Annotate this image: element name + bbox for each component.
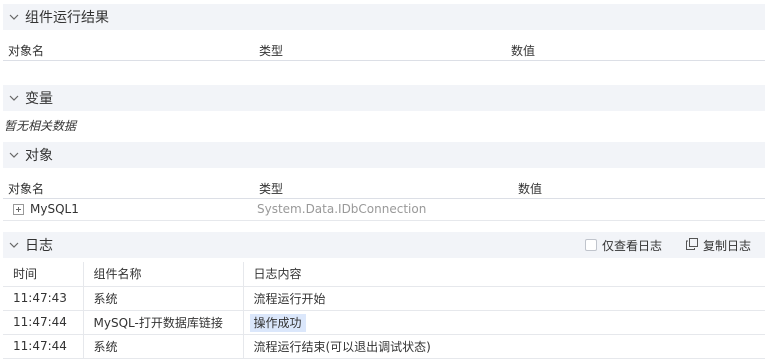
column-type: 类型 xyxy=(259,182,284,196)
column-component-name: 组件名称 xyxy=(83,262,244,287)
column-value: 数值 xyxy=(511,44,536,58)
log-content: 流程运行结束(可以退出调试状态) xyxy=(243,334,765,359)
component-results-columns: 对象名 类型 数值 xyxy=(3,37,765,61)
log-component: MySQL-打开数据库链接 xyxy=(83,310,244,335)
chevron-down-icon[interactable] xyxy=(3,240,25,250)
variables-title: 变量 xyxy=(25,91,53,107)
log-table: 时间 组件名称 日志内容 11:47:43 系统 流程运行开始 11:47:44… xyxy=(3,262,765,359)
column-object-name: 对象名 xyxy=(8,182,45,196)
log-time: 11:47:43 xyxy=(3,286,84,311)
column-log-content: 日志内容 xyxy=(243,262,765,287)
column-value: 数值 xyxy=(518,182,543,196)
component-results-title: 组件运行结果 xyxy=(25,10,109,26)
expand-plus-icon[interactable] xyxy=(13,204,24,215)
log-time: 11:47:44 xyxy=(3,334,84,359)
column-time: 时间 xyxy=(3,262,84,287)
log-time: 11:47:44 xyxy=(3,310,84,335)
only-view-log-checkbox[interactable] xyxy=(584,239,597,251)
log-actions: 仅查看日志 复制日志 xyxy=(584,237,751,254)
object-name: MySQL1 xyxy=(30,202,79,216)
log-row[interactable]: 11:47:44 MySQL-打开数据库链接 操作成功 xyxy=(3,310,765,335)
variables-empty-text: 暂无相关数据 xyxy=(4,119,77,133)
only-view-log-toggle[interactable]: 仅查看日志 xyxy=(584,237,662,254)
chevron-down-icon[interactable] xyxy=(3,12,25,22)
chevron-down-icon[interactable] xyxy=(3,150,25,160)
object-row[interactable]: MySQL1 System.Data.IDbConnection xyxy=(3,199,765,221)
objects-columns: 对象名 类型 数值 xyxy=(3,175,765,199)
objects-title: 对象 xyxy=(25,148,53,164)
copy-icon xyxy=(685,237,698,253)
log-content-cell: 操作成功 xyxy=(243,310,765,335)
chevron-down-icon[interactable] xyxy=(3,93,25,103)
log-component: 系统 xyxy=(83,334,244,359)
log-row[interactable]: 11:47:44 系统 流程运行结束(可以退出调试状态) xyxy=(3,334,765,359)
log-header[interactable]: 日志 仅查看日志 复制日志 xyxy=(3,232,765,258)
log-title: 日志 xyxy=(25,238,53,254)
log-component: 系统 xyxy=(83,286,244,311)
copy-log-label: 复制日志 xyxy=(702,238,751,253)
log-content: 操作成功 xyxy=(249,313,306,332)
only-view-log-label: 仅查看日志 xyxy=(601,238,662,253)
variables-header[interactable]: 变量 xyxy=(3,85,765,111)
column-object-name: 对象名 xyxy=(8,44,45,58)
component-results-header[interactable]: 组件运行结果 xyxy=(3,4,765,30)
copy-log-button[interactable]: 复制日志 xyxy=(685,237,751,254)
log-row[interactable]: 11:47:43 系统 流程运行开始 xyxy=(3,286,765,311)
object-type: System.Data.IDbConnection xyxy=(257,202,427,216)
log-table-header: 时间 组件名称 日志内容 xyxy=(3,262,765,287)
log-content: 流程运行开始 xyxy=(243,286,765,311)
column-type: 类型 xyxy=(259,44,284,58)
objects-header[interactable]: 对象 xyxy=(3,142,765,168)
